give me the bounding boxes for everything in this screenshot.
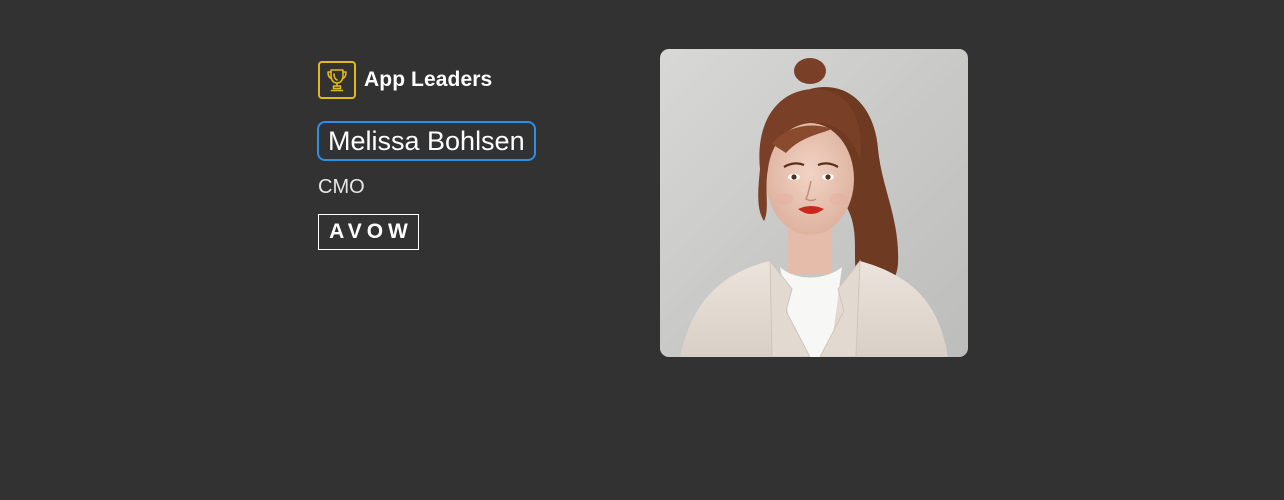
person-title: CMO: [318, 176, 365, 198]
company-logo: AVOW: [318, 214, 419, 250]
brand-header: App Leaders: [318, 61, 492, 99]
portrait-image: [660, 49, 968, 357]
profile-photo: [660, 49, 968, 357]
person-name-box: Melissa Bohlsen: [317, 121, 536, 161]
company-logo-text: AVOW: [329, 220, 413, 243]
person-name: Melissa Bohlsen: [328, 125, 525, 156]
trophy-icon: [318, 61, 356, 99]
brand-name: App Leaders: [364, 68, 493, 91]
